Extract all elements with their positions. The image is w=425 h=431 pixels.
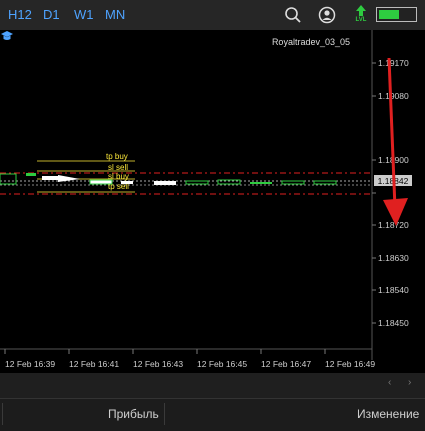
level-arrow-icon bbox=[356, 5, 366, 16]
top-toolbar: H12 D1 W1 MN LVL bbox=[0, 0, 425, 30]
timeframe-h12[interactable]: H12 bbox=[8, 7, 32, 22]
table-header: Прибыль Изменение bbox=[0, 398, 425, 431]
chart-canvas: 1.191701.190801.189001.187201.186301.185… bbox=[0, 30, 412, 369]
price-tick-label: 1.18720 bbox=[378, 220, 409, 230]
battery-fill bbox=[379, 10, 400, 19]
scroll-right-icon[interactable]: › bbox=[408, 377, 411, 388]
lvl-indicator[interactable]: LVL bbox=[352, 4, 370, 26]
time-tick-label: 12 Feb 16:39 bbox=[5, 359, 55, 369]
price-tick-label: 1.18540 bbox=[378, 285, 409, 295]
price-tick-label: 1.19080 bbox=[378, 91, 409, 101]
level-label-sl-sell: sl sell bbox=[108, 163, 128, 172]
candle bbox=[26, 173, 36, 176]
graduation-cap-icon[interactable] bbox=[0, 30, 14, 42]
candle bbox=[185, 180, 209, 185]
price-tick-label: 1.18630 bbox=[378, 253, 409, 263]
timeframe-d1[interactable]: D1 bbox=[43, 7, 60, 22]
time-tick-label: 12 Feb 16:43 bbox=[133, 359, 183, 369]
candle bbox=[313, 180, 337, 185]
scroll-left-icon[interactable]: ‹ bbox=[388, 377, 391, 388]
column-profit[interactable]: Прибыль bbox=[108, 407, 159, 421]
battery-indicator bbox=[376, 7, 417, 22]
candle bbox=[154, 181, 176, 185]
symbol-label: Royaltradev_03_05 bbox=[271, 37, 350, 47]
time-tick-label: 12 Feb 16:47 bbox=[261, 359, 311, 369]
column-change[interactable]: Изменение bbox=[357, 407, 419, 421]
price-tick-label: 1.19170 bbox=[378, 58, 409, 68]
timeframe-mn[interactable]: MN bbox=[105, 7, 125, 22]
candle bbox=[42, 176, 58, 180]
column-separator[interactable] bbox=[2, 403, 3, 425]
level-label-tp-buy: tp buy bbox=[106, 152, 128, 161]
price-tick-label: 1.18450 bbox=[378, 318, 409, 328]
candle bbox=[281, 180, 305, 185]
candle bbox=[250, 182, 272, 184]
candle bbox=[121, 181, 133, 184]
price-chart[interactable]: 1.191701.190801.189001.187201.186301.185… bbox=[0, 30, 425, 373]
account-icon[interactable] bbox=[317, 5, 337, 25]
candle bbox=[89, 179, 113, 185]
time-tick-label: 12 Feb 16:41 bbox=[69, 359, 119, 369]
timeframe-w1[interactable]: W1 bbox=[74, 7, 94, 22]
candle bbox=[0, 173, 17, 185]
time-tick-label: 12 Feb 16:49 bbox=[325, 359, 375, 369]
column-separator[interactable] bbox=[164, 403, 165, 425]
time-tick-label: 12 Feb 16:45 bbox=[197, 359, 247, 369]
search-icon[interactable] bbox=[283, 5, 303, 25]
chart-scroll-row: ‹ › bbox=[0, 373, 425, 395]
lvl-label: LVL bbox=[355, 17, 367, 23]
